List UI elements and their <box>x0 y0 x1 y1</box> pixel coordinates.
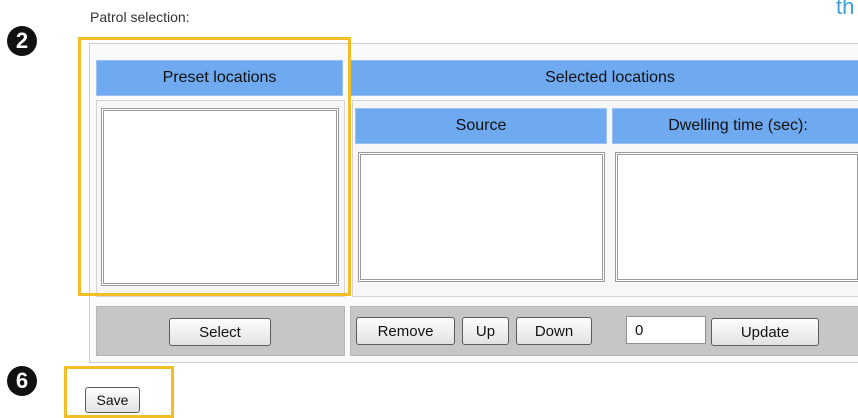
down-button[interactable]: Down <box>516 317 592 345</box>
step-marker-2: 2 <box>7 26 37 56</box>
remove-button[interactable]: Remove <box>356 317 455 345</box>
source-listbox[interactable] <box>358 152 605 282</box>
update-button[interactable]: Update <box>711 318 819 346</box>
preset-highlight-frame <box>78 37 351 296</box>
patrol-selection-label: Patrol selection: <box>90 9 190 25</box>
dwelling-time-input[interactable] <box>626 316 706 344</box>
up-button[interactable]: Up <box>462 317 509 345</box>
dwelling-time-header: Dwelling time (sec): <box>612 108 858 144</box>
clipped-heading-text: th <box>836 0 855 19</box>
selected-locations-header: Selected locations <box>349 60 858 96</box>
save-highlight-frame <box>64 366 174 418</box>
step-marker-6: 6 <box>7 366 37 396</box>
select-button[interactable]: Select <box>169 318 271 346</box>
source-header: Source <box>355 108 607 144</box>
dwelling-time-listbox[interactable] <box>615 152 858 282</box>
